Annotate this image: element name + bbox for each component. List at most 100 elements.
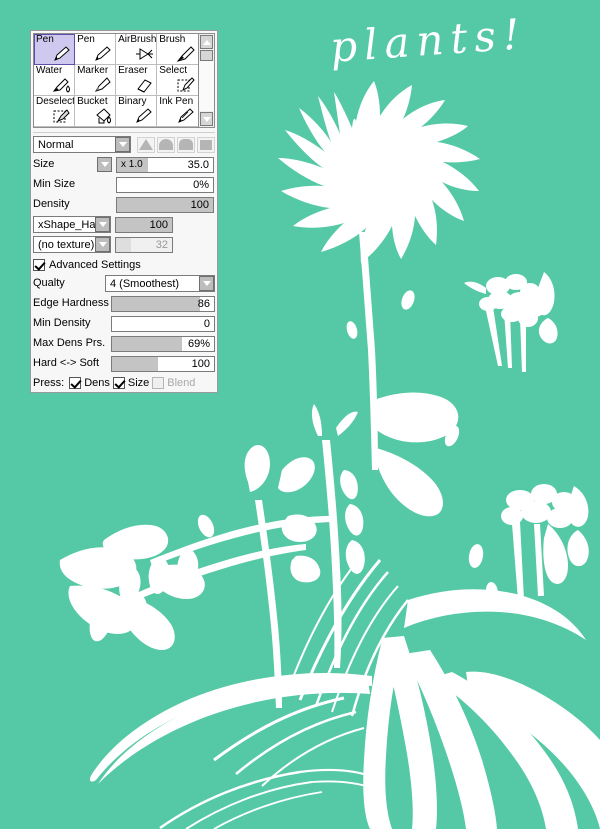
chrysanthemum-flower xyxy=(278,81,480,263)
quality-row: Qualty 4 (Smoothest) xyxy=(33,275,215,292)
size-multiplier: x 1.0 xyxy=(121,158,143,170)
tool-cell-ink-pen[interactable]: Ink Pen xyxy=(157,96,199,127)
edge-hardness-slider[interactable]: 86 xyxy=(111,295,215,312)
max-dens-prs-row: Max Dens Prs. 69% xyxy=(33,335,215,352)
hard-soft-value: 100 xyxy=(191,357,210,370)
water-icon xyxy=(52,78,71,93)
tool-cell-water[interactable]: Water xyxy=(34,65,76,96)
edge-hardness-label: Edge Hardness xyxy=(33,297,109,309)
hard-soft-fill xyxy=(112,356,158,371)
chevron-down-icon[interactable] xyxy=(95,237,110,252)
bud-stalks xyxy=(244,444,321,708)
tool-cell-pen-2[interactable]: Pen xyxy=(75,34,117,65)
blend-mode-select[interactable]: Normal xyxy=(33,136,131,153)
pressure-blend-label: Blend xyxy=(167,377,196,389)
chevron-down-icon[interactable] xyxy=(115,137,130,152)
size-unit-dropdown[interactable] xyxy=(97,157,112,172)
pen-icon xyxy=(54,46,70,61)
tool-grid-container: Pen Pen AirBrush Brush Water Marker Eras… xyxy=(33,33,215,128)
size-label: Size xyxy=(33,158,55,170)
quality-select[interactable]: 4 (Smoothest) xyxy=(105,275,215,292)
inkpen-icon xyxy=(178,108,195,123)
brush-icon xyxy=(176,46,196,62)
pressure-dens-label: Dens xyxy=(84,377,110,389)
eraser-icon xyxy=(137,79,152,93)
pressure-options-row: Press: Dens Size Blend xyxy=(33,376,215,390)
tool-label: Binary xyxy=(118,96,147,107)
advanced-settings-label: Advanced Settings xyxy=(49,258,141,271)
profile-flat-round-button[interactable] xyxy=(177,136,195,153)
min-size-row: Min Size 0% xyxy=(33,176,215,193)
tool-label: Deselect xyxy=(36,96,75,107)
tool-cell-airbrush[interactable]: AirBrush xyxy=(116,34,158,65)
pressure-size-label: Size xyxy=(127,377,150,389)
right-upper-umbel xyxy=(464,272,558,372)
blend-mode-row: Normal xyxy=(33,136,215,153)
shape-amount-slider[interactable]: 100 xyxy=(115,216,173,233)
right-lower-umbel xyxy=(501,484,589,600)
shape-amount-value: 100 xyxy=(149,218,168,231)
scrollbar-track[interactable] xyxy=(199,61,214,111)
chevron-down-icon[interactable] xyxy=(95,217,110,232)
scroll-down-button[interactable] xyxy=(200,112,213,126)
tool-cell-select[interactable]: Select xyxy=(157,65,199,96)
size-value: 35.0 xyxy=(187,158,209,171)
pressure-label: Press: xyxy=(33,377,65,389)
chevron-down-icon xyxy=(202,116,211,122)
tool-label: Ink Pen xyxy=(159,96,194,107)
tool-cell-eraser[interactable]: Eraser xyxy=(116,65,158,96)
tool-cell-binary[interactable]: Binary xyxy=(116,96,158,127)
hard-soft-label: Hard <-> Soft xyxy=(33,357,100,369)
pressure-size-checkbox[interactable] xyxy=(112,377,125,389)
texture-select[interactable]: (no texture) xyxy=(33,236,111,253)
advanced-settings-checkbox[interactable] xyxy=(33,259,45,271)
brush-shape-select[interactable]: xShape_HalfRound xyxy=(33,216,111,233)
chevron-down-icon[interactable] xyxy=(199,276,214,291)
max-dens-prs-slider[interactable]: 69% xyxy=(111,335,215,352)
scroll-up-button[interactable] xyxy=(200,35,213,49)
profile-square-button[interactable] xyxy=(197,136,215,153)
pen-icon xyxy=(95,46,111,61)
tool-cell-pen-1[interactable]: Pen xyxy=(34,34,76,65)
min-density-slider[interactable]: 0 xyxy=(111,315,215,332)
density-value: 100 xyxy=(190,198,209,211)
quality-value: 4 (Smoothest) xyxy=(110,277,180,290)
stem-leaf-upper xyxy=(374,392,459,443)
advanced-settings-toggle[interactable]: Advanced Settings xyxy=(33,258,215,272)
min-size-slider[interactable]: 0% xyxy=(116,176,214,193)
tool-cell-bucket[interactable]: Bucket xyxy=(75,96,117,127)
density-label: Density xyxy=(33,198,70,210)
texture-value: (no texture) xyxy=(38,238,95,251)
profile-round-button[interactable] xyxy=(157,136,175,153)
tool-label: Eraser xyxy=(118,65,148,76)
min-density-value: 0 xyxy=(203,317,210,330)
texture-amount-slider: 32 xyxy=(115,236,173,253)
max-dens-prs-fill xyxy=(112,336,183,351)
tool-grid-scrollbar[interactable] xyxy=(198,33,215,128)
edge-hardness-fill xyxy=(112,296,200,311)
chrysanthemum-stem xyxy=(359,232,378,470)
tool-cell-brush[interactable]: Brush xyxy=(157,34,199,65)
density-row: Density 100 xyxy=(33,196,215,213)
tool-label: Pen xyxy=(36,34,54,45)
texture-amount-fill xyxy=(116,237,131,252)
max-dens-prs-label: Max Dens Prs. xyxy=(33,337,106,349)
hard-soft-slider[interactable]: 100 xyxy=(111,355,215,372)
edge-hardness-row: Edge Hardness 86 xyxy=(33,295,215,312)
density-slider[interactable]: 100 xyxy=(116,196,214,213)
tool-label: Bucket xyxy=(77,96,108,107)
profile-triangle-button[interactable] xyxy=(137,136,155,153)
edge-hardness-value: 86 xyxy=(197,297,210,310)
size-slider[interactable]: x 1.0 35.0 xyxy=(116,156,214,173)
min-density-row: Min Density 0 xyxy=(33,315,215,332)
scrollbar-top-group xyxy=(199,34,214,61)
scrollbar-thumb[interactable] xyxy=(200,50,213,61)
tool-label: AirBrush xyxy=(118,34,157,45)
tool-cell-deselect[interactable]: Deselect xyxy=(34,96,76,127)
blend-mode-value: Normal xyxy=(38,138,74,151)
tool-cell-marker[interactable]: Marker xyxy=(75,65,117,96)
max-dens-prs-value: 69% xyxy=(187,337,210,350)
pressure-dens-checkbox[interactable] xyxy=(69,377,82,389)
deselect-icon xyxy=(53,109,70,123)
brush-settings-panel: Pen Pen AirBrush Brush Water Marker Eras… xyxy=(30,30,218,393)
